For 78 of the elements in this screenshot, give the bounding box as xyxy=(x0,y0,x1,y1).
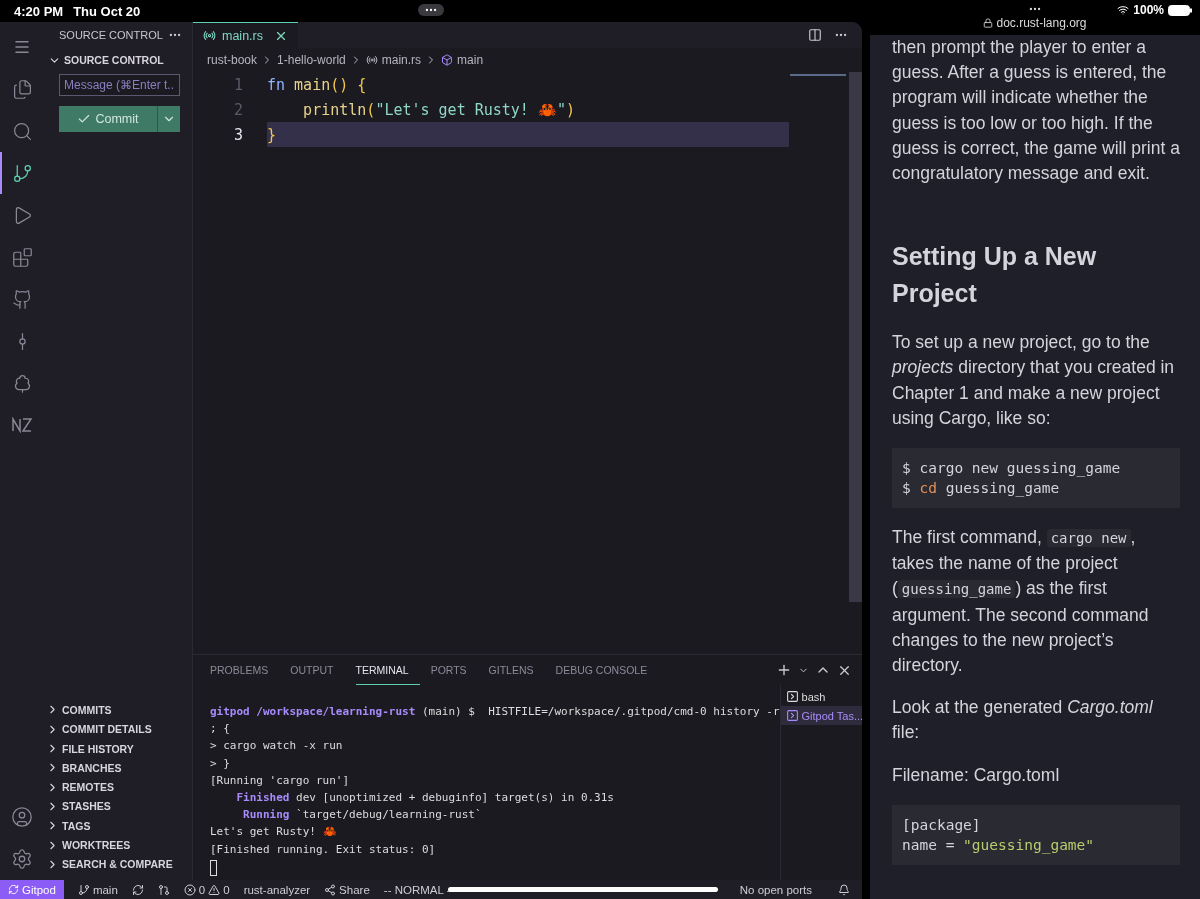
terminal-line: [Finished running. Exit status: 0] xyxy=(210,842,437,858)
code-block: $ cargo new guessing_game $ cd guessing_game xyxy=(892,448,1180,509)
add-icon[interactable] xyxy=(776,662,792,678)
commit-button[interactable]: Commit xyxy=(59,106,158,132)
code-block: [package] name = "guessing_game" xyxy=(892,804,1180,865)
terminal-cursor xyxy=(210,859,217,876)
notification-icon[interactable] xyxy=(838,883,850,896)
multitask-dots-icon[interactable] xyxy=(418,4,444,16)
breadcrumb[interactable]: main.rs xyxy=(381,53,422,67)
terminal-line: Finished dev [unoptimized + debuginfo] target(s) in 0.31s xyxy=(235,790,615,806)
panel-tab[interactable]: PORTS xyxy=(430,655,478,685)
panel-tab[interactable]: DEBUG CONSOLE xyxy=(555,655,659,685)
paragraph: The first command, cargo new , takes the name of the project ( guessing_game ) as the first argument. The second command changes to the new project’s directory. xyxy=(892,526,1150,678)
lock-icon xyxy=(983,18,994,28)
branch-status[interactable]: main xyxy=(77,883,118,896)
error-count[interactable]: 0 xyxy=(198,883,206,896)
breadcrumb[interactable]: main xyxy=(457,53,484,67)
editor-tab[interactable]: main.rs xyxy=(193,22,298,48)
terminal-line: [Running 'cargo run'] xyxy=(210,773,351,789)
code-line: fn main() { xyxy=(267,74,368,96)
scrollbar[interactable] xyxy=(849,72,862,602)
terminal-item[interactable]: bash xyxy=(780,687,862,706)
panel-tab[interactable]: OUTPUT xyxy=(290,655,345,685)
section-header[interactable]: SEARCH & COMPARE xyxy=(62,858,173,871)
section-header[interactable]: TAGS xyxy=(62,819,91,832)
branch-icon xyxy=(77,883,90,896)
cube-icon xyxy=(441,54,454,66)
warning-icon[interactable] xyxy=(208,883,221,896)
commit-message-field[interactable]: Message (⌘Enter t... xyxy=(59,74,180,96)
breadcrumb[interactable]: rust-book xyxy=(207,53,258,67)
breadcrumb[interactable]: 1-hello-world xyxy=(277,53,346,67)
clock-time: 4:20 PM xyxy=(14,3,64,19)
panel-tab[interactable]: PROBLEMS xyxy=(210,655,280,685)
paragraph: Filename: Cargo.toml xyxy=(892,763,1061,787)
paragraph: To set up a new project, go to the projects directory that you created in Chapter 1 and make a new project using Cargo, like so: xyxy=(892,331,1176,430)
error-icon[interactable] xyxy=(183,883,196,896)
share-status[interactable]: Share xyxy=(324,883,370,896)
sync-icon[interactable] xyxy=(131,883,144,896)
battery-text: 100% xyxy=(1133,3,1164,17)
remote-indicator[interactable]: Gitpod xyxy=(0,880,64,899)
section-heading: Setting Up a New Project xyxy=(892,241,1098,310)
terminal-line: gitpod /workspace/learning-rust (main) $ HISTFILE=/workspace/.gitpod/cmd-0 history -r xyxy=(210,705,780,720)
terminal-line: ; { xyxy=(210,722,231,738)
paragraph: then prompt the player to enter a guess. After a guess is entered, the program will indicate whether the guess is too low or too high. If the guess is correct, the game will print a congratulatory message and exit. xyxy=(892,36,1180,185)
ports-status[interactable]: No open ports xyxy=(739,883,812,896)
share-icon xyxy=(324,883,337,896)
language-server-status[interactable]: rust-analyzer xyxy=(243,883,311,896)
panel-tab[interactable]: GITLENS xyxy=(488,655,545,685)
section-header[interactable]: COMMIT DETAILS xyxy=(62,723,152,736)
sidebar-title: SOURCE CONTROL xyxy=(59,29,163,41)
split-editor-icon[interactable] xyxy=(808,28,822,42)
url-bar[interactable]: doc.rust-lang.org xyxy=(983,16,1087,30)
terminal-line: > cargo watch -x run xyxy=(210,739,344,755)
line-number: 3 xyxy=(232,125,243,144)
terminal-line: Let's get Rusty! 🦀 xyxy=(210,825,338,841)
paragraph: Look at the generated Cargo.toml file: xyxy=(892,696,1154,745)
date-text: Thu Oct 20 xyxy=(73,3,141,19)
panel-tab[interactable]: TERMINAL xyxy=(355,655,420,685)
section-header[interactable]: FILE HISTORY xyxy=(62,742,134,755)
section-header[interactable]: WORKTREES xyxy=(62,839,131,852)
section-header[interactable]: COMMITS xyxy=(62,703,112,716)
wifi-icon xyxy=(1117,4,1130,16)
terminal-icon xyxy=(785,709,799,722)
section-header[interactable]: SOURCE CONTROL xyxy=(64,54,164,66)
terminal-line: Running `target/debug/learning-rust` xyxy=(242,808,483,824)
check-icon xyxy=(77,112,92,126)
line-number: 1 xyxy=(232,75,243,94)
warning-count[interactable]: 0 xyxy=(223,883,230,896)
section-header[interactable]: STASHES xyxy=(62,800,111,813)
terminal-icon xyxy=(785,690,799,703)
line-number: 2 xyxy=(232,100,243,119)
pull-request-icon[interactable] xyxy=(157,883,170,896)
section-header[interactable]: BRANCHES xyxy=(62,761,122,774)
terminal-item[interactable]: Gitpod Tas... xyxy=(780,706,862,725)
section-header[interactable]: REMOTES xyxy=(62,781,114,794)
battery-icon xyxy=(1168,4,1192,16)
code-line: println("Let's get Rusty! 🦀") xyxy=(302,99,576,121)
terminal-line: > } xyxy=(210,756,231,772)
